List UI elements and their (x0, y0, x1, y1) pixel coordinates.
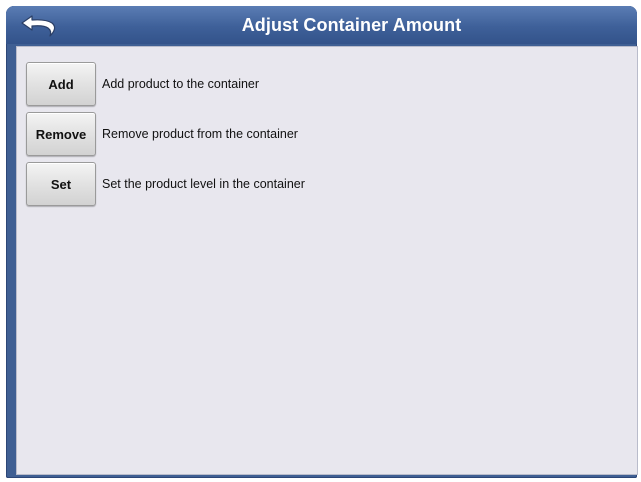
option-row-set: Set Set the product level in the contain… (26, 161, 305, 207)
remove-button[interactable]: Remove (26, 112, 96, 156)
title-bar: Adjust Container Amount (6, 6, 637, 44)
option-row-remove: Remove Remove product from the container (26, 111, 298, 157)
option-row-add: Add Add product to the container (26, 61, 259, 107)
content-panel: Add Add product to the container Remove … (16, 46, 638, 475)
set-button[interactable]: Set (26, 162, 96, 206)
remove-description: Remove product from the container (102, 127, 298, 141)
set-description: Set the product level in the container (102, 177, 305, 191)
add-description: Add product to the container (102, 77, 260, 91)
back-button[interactable] (14, 10, 66, 40)
adjust-container-window: Adjust Container Amount Add Add product … (6, 6, 638, 478)
window-title: Adjust Container Amount (241, 15, 462, 35)
back-arrow-icon (21, 15, 56, 37)
add-button[interactable]: Add (26, 62, 96, 106)
